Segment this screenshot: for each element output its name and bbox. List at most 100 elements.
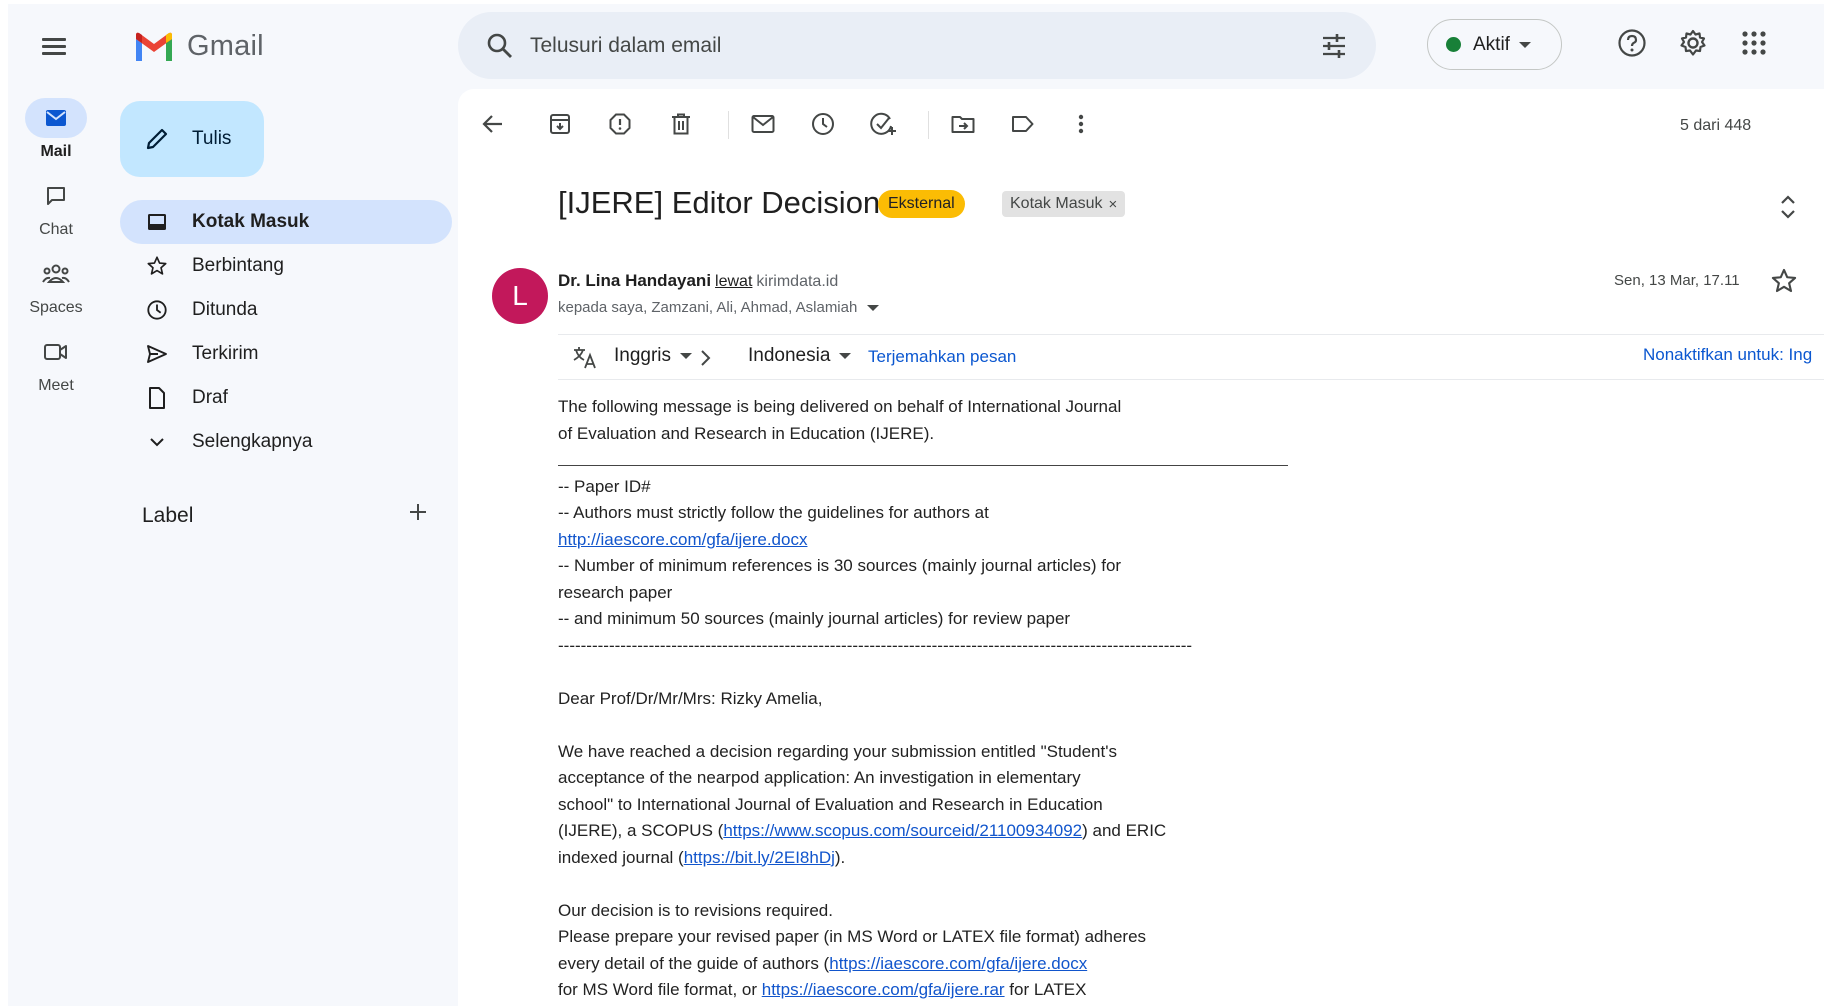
gmail-app: Mail Chat Spaces Meet Gmail Tulis Kotak … (8, 4, 1824, 1006)
rail-item-spaces[interactable]: Spaces (8, 254, 104, 317)
compose-button[interactable]: Tulis (120, 101, 264, 177)
mail-outline-icon (751, 115, 775, 133)
body-line: Please prepare your revised paper (in MS… (558, 927, 1147, 946)
toolbar-divider (928, 111, 929, 139)
rail-item-mail[interactable]: Mail (8, 98, 104, 161)
rail-item-meet[interactable]: Meet (8, 332, 104, 395)
rail-label-spaces: Spaces (29, 299, 83, 316)
message-panel: 5 dari 448 [IJERE] Editor Decision Ekste… (458, 89, 1824, 1006)
more-vert-icon (1078, 114, 1084, 134)
nav-item-sent[interactable]: Terkirim (120, 332, 452, 376)
source-language-dropdown[interactable]: Inggris (614, 345, 693, 367)
nav-item-inbox[interactable]: Kotak Masuk (120, 200, 452, 244)
mail-icon (25, 98, 87, 138)
expand-all-icon[interactable] (1775, 192, 1801, 222)
nav-item-drafts[interactable]: Draf (120, 376, 452, 420)
scopus-link[interactable]: https://www.scopus.com/sourceid/21100934… (723, 821, 1082, 840)
body-line: indexed journal (https://bit.ly/2EI8hDj)… (558, 845, 1318, 872)
search-options-icon[interactable] (1320, 32, 1348, 60)
via-link[interactable]: lewat (715, 273, 752, 290)
body-line: The following message is being delivered… (558, 397, 1122, 416)
mark-unread-button[interactable] (748, 109, 778, 139)
help-icon (1618, 29, 1646, 57)
archive-button[interactable] (545, 109, 575, 139)
body-line: every detail of the guide of authors (ht… (558, 951, 1318, 978)
body-line: We have reached a decision regarding you… (558, 741, 1117, 761)
body-line: Our decision is to revisions required. (558, 900, 833, 920)
caret-down-icon (839, 353, 852, 359)
email-body: The following message is being delivered… (558, 394, 1318, 1004)
add-task-icon (870, 112, 896, 135)
nav-label-inbox: Kotak Masuk (192, 211, 310, 232)
body-line: -- Authors must strictly follow the guid… (558, 503, 989, 522)
labels-heading: Label (142, 504, 194, 527)
snooze-clock-icon (812, 113, 834, 135)
translate-message-link[interactable]: Terjemahkan pesan (868, 347, 1016, 367)
settings-button[interactable] (1676, 26, 1710, 60)
draft-icon (146, 387, 168, 409)
body-line: acceptance of the nearpod application: A… (558, 768, 1081, 787)
body-line: school" to International Journal of Eval… (558, 794, 1103, 814)
add-label-button[interactable] (402, 496, 434, 528)
trash-icon (672, 113, 690, 135)
message-counter: 5 dari 448 (1680, 117, 1752, 134)
body-text: indexed journal ( (558, 847, 684, 867)
body-line: -- Paper ID# (558, 476, 651, 496)
gmail-logo[interactable]: Gmail (133, 30, 264, 63)
main-menu-button[interactable] (38, 32, 68, 62)
sender-name[interactable]: Dr. Lina Handayani (558, 271, 711, 290)
snooze-button[interactable] (808, 109, 838, 139)
disable-translation-link[interactable]: Nonaktifkan untuk: Ing (1643, 345, 1812, 365)
caret-down-icon (867, 304, 880, 311)
docx-guide-link[interactable]: https://iaescore.com/gfa/ijere.docx (829, 954, 1087, 973)
bitly-link[interactable]: https://bit.ly/2EI8hDj (684, 848, 835, 867)
gear-icon (1680, 29, 1706, 56)
meet-icon (25, 332, 87, 372)
search-icon[interactable] (486, 32, 514, 60)
nav-item-snoozed[interactable]: Ditunda (120, 288, 452, 332)
star-icon[interactable] (1770, 267, 1798, 295)
guidelines-link[interactable]: http://iaescore.com/gfa/ijere.docx (558, 530, 807, 549)
folder-nav: Kotak Masuk Berbintang Ditunda Terkirim … (120, 200, 452, 464)
gmail-wordmark: Gmail (187, 30, 264, 62)
nav-label-snoozed: Ditunda (192, 299, 258, 320)
app-rail: Mail Chat Spaces Meet (8, 4, 104, 1006)
status-dropdown[interactable]: Aktif (1427, 19, 1562, 70)
sender-avatar[interactable]: L (492, 268, 548, 324)
delete-button[interactable] (666, 109, 696, 139)
target-language-dropdown[interactable]: Indonesia (748, 345, 852, 367)
nav-item-more[interactable]: Selengkapnya (120, 420, 452, 464)
back-button[interactable] (478, 109, 508, 139)
apps-button[interactable] (1737, 26, 1771, 60)
body-dashed-separator: ----------------------------------------… (558, 635, 1193, 655)
remove-label-icon[interactable]: × (1108, 196, 1117, 213)
chevron-right-icon (701, 350, 711, 366)
nav-label-drafts: Draf (192, 387, 228, 408)
body-line: of Evaluation and Research in Education … (558, 423, 935, 443)
target-language-label: Indonesia (748, 345, 831, 366)
body-salutation: Dear Prof/Dr/Mr/Mrs: Rizky Amelia, (558, 688, 823, 708)
inbox-icon (146, 211, 168, 233)
apps-grid-icon (1742, 31, 1766, 55)
status-label: Aktif (1473, 33, 1510, 55)
more-options-button[interactable] (1066, 109, 1096, 139)
report-spam-button[interactable] (605, 109, 635, 139)
nav-item-starred[interactable]: Berbintang (120, 244, 452, 288)
chat-icon (25, 176, 87, 216)
caret-down-icon (680, 353, 693, 359)
recipients-toggle[interactable]: kepada saya, Zamzani, Ali, Ahmad, Aslami… (558, 299, 880, 316)
send-icon (146, 343, 168, 365)
inbox-label-chip[interactable]: Kotak Masuk × (1002, 191, 1126, 217)
move-to-button[interactable] (948, 109, 978, 139)
move-to-folder-icon (951, 116, 975, 133)
label-button[interactable] (1008, 109, 1038, 139)
spaces-icon (25, 254, 87, 294)
external-badge: Eksternal (878, 190, 965, 218)
compose-label: Tulis (192, 128, 232, 149)
rar-guide-link[interactable]: https://iaescore.com/gfa/ijere.rar (762, 980, 1005, 999)
rail-item-chat[interactable]: Chat (8, 176, 104, 239)
add-to-tasks-button[interactable] (868, 109, 898, 139)
body-rule (558, 447, 1318, 474)
search-input[interactable] (530, 24, 1290, 68)
help-button[interactable] (1615, 26, 1649, 60)
